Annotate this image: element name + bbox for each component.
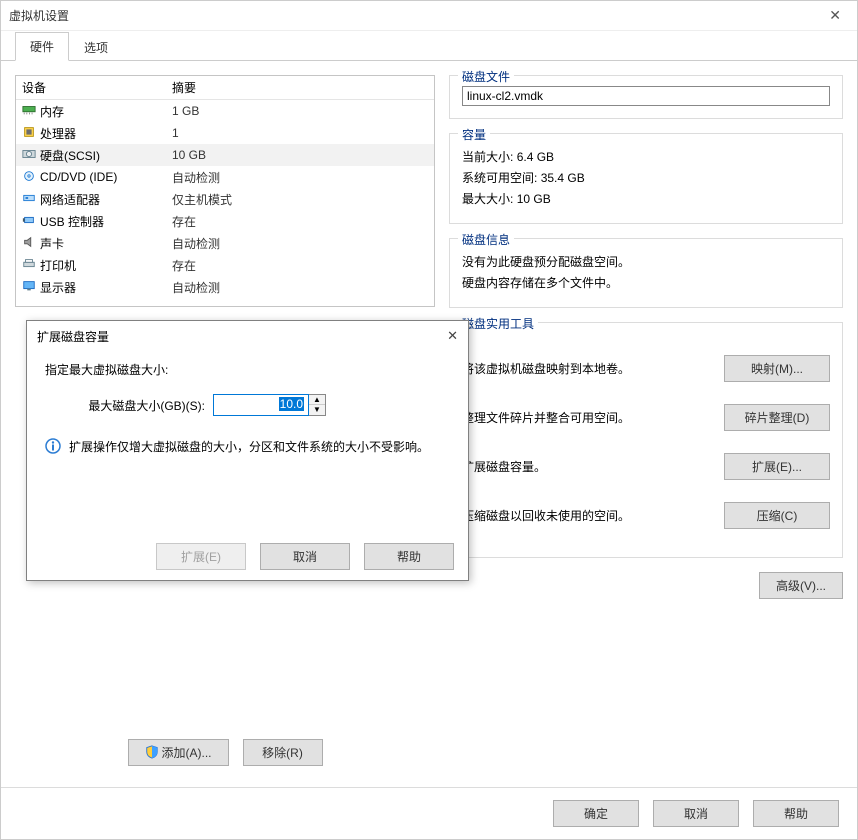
titlebar: 虚拟机设置 ✕: [1, 1, 857, 31]
net-icon: [22, 192, 36, 207]
cap-current: 当前大小: 6.4 GB: [462, 148, 830, 165]
disk-file-group: 磁盘文件: [449, 75, 843, 119]
cancel-button[interactable]: 取消: [653, 800, 739, 827]
util-map-text: 将该虚拟机磁盘映射到本地卷。: [462, 360, 714, 377]
device-name: 内存: [40, 103, 64, 120]
disk-file-title: 磁盘文件: [458, 68, 514, 85]
device-summary: 存在: [166, 213, 434, 230]
spin-down-icon[interactable]: ▼: [309, 405, 325, 415]
device-list[interactable]: 设备 摘要 内存 1 GB 处理器 1 硬盘(SCSI) 10 GB CD/DVD (IDE…: [15, 75, 435, 307]
compact-button[interactable]: 压缩(C): [724, 502, 830, 529]
disk-size-spinner[interactable]: 10.0 ▲▼: [213, 394, 326, 416]
dialog-button-bar: 确定 取消 帮助: [1, 787, 857, 839]
info-icon: [45, 438, 61, 454]
util-expand-text: 扩展磁盘容量。: [462, 458, 714, 475]
snd-icon: [22, 236, 36, 251]
device-summary: 自动检测: [166, 235, 434, 252]
remove-device-button[interactable]: 移除(R): [243, 739, 323, 766]
col-device: 设备: [16, 79, 166, 96]
device-row-cd[interactable]: CD/DVD (IDE) 自动检测: [16, 166, 434, 188]
advanced-button[interactable]: 高级(V)...: [759, 572, 843, 599]
modal-close-icon[interactable]: ✕: [447, 328, 458, 344]
expand-disk-dialog: 扩展磁盘容量 ✕ 指定最大虚拟磁盘大小: 最大磁盘大小(GB)(S): 10.0…: [26, 320, 469, 581]
modal-note: 扩展操作仅增大虚拟磁盘的大小，分区和文件系统的大小不受影响。: [69, 438, 429, 456]
usb-icon: [22, 214, 36, 229]
prt-icon: [22, 258, 36, 273]
diskinfo-line2: 硬盘内容存储在多个文件中。: [462, 274, 830, 291]
diskinfo-line1: 没有为此硬盘预分配磁盘空间。: [462, 253, 830, 270]
device-summary: 1 GB: [166, 104, 434, 118]
add-label: 添加(A)...: [162, 746, 212, 760]
vm-settings-window: 虚拟机设置 ✕ 硬件 选项 设备 摘要 内存 1 GB 处理器 1 硬盘(SCSI) 10…: [0, 0, 858, 840]
tab-bar: 硬件 选项: [1, 31, 857, 61]
device-list-header: 设备 摘要: [16, 76, 434, 100]
device-summary: 10 GB: [166, 148, 434, 162]
capacity-group: 容量 当前大小: 6.4 GB 系统可用空间: 35.4 GB 最大大小: 10…: [449, 133, 843, 224]
shield-icon: [145, 745, 159, 759]
device-name: 网络适配器: [40, 191, 100, 208]
device-summary: 存在: [166, 257, 434, 274]
device-name: CD/DVD (IDE): [40, 170, 117, 184]
disk-util-group: 磁盘实用工具 将该虚拟机磁盘映射到本地卷。 映射(M)... 整理文件碎片并整合…: [449, 322, 843, 558]
diskinfo-title: 磁盘信息: [458, 231, 514, 248]
modal-spec-label: 指定最大虚拟磁盘大小:: [45, 361, 458, 378]
device-row-usb[interactable]: USB 控制器 存在: [16, 210, 434, 232]
device-name: 打印机: [40, 257, 76, 274]
device-summary: 仅主机模式: [166, 191, 434, 208]
spinner-buttons[interactable]: ▲▼: [309, 394, 326, 416]
modal-title: 扩展磁盘容量: [37, 328, 109, 345]
help-button[interactable]: 帮助: [753, 800, 839, 827]
device-name: 显示器: [40, 279, 76, 296]
modal-help-button[interactable]: 帮助: [364, 543, 454, 570]
device-summary: 自动检测: [166, 279, 434, 296]
device-row-cpu[interactable]: 处理器 1: [16, 122, 434, 144]
add-device-button[interactable]: 添加(A)...: [128, 739, 229, 766]
device-name: 硬盘(SCSI): [40, 147, 100, 164]
tab-options[interactable]: 选项: [69, 33, 123, 61]
spin-up-icon[interactable]: ▲: [309, 395, 325, 405]
mem-icon: [22, 104, 36, 119]
close-icon[interactable]: ✕: [821, 3, 849, 28]
device-row-prt[interactable]: 打印机 存在: [16, 254, 434, 276]
device-name: USB 控制器: [40, 213, 104, 230]
device-row-hdd[interactable]: 硬盘(SCSI) 10 GB: [16, 144, 434, 166]
disp-icon: [22, 280, 36, 295]
device-row-net[interactable]: 网络适配器 仅主机模式: [16, 188, 434, 210]
expand-button[interactable]: 扩展(E)...: [724, 453, 830, 480]
device-name: 处理器: [40, 125, 76, 142]
map-button[interactable]: 映射(M)...: [724, 355, 830, 382]
disk-util-title: 磁盘实用工具: [458, 315, 538, 332]
defrag-button[interactable]: 碎片整理(D): [724, 404, 830, 431]
ok-button[interactable]: 确定: [553, 800, 639, 827]
diskinfo-group: 磁盘信息 没有为此硬盘预分配磁盘空间。 硬盘内容存储在多个文件中。: [449, 238, 843, 308]
modal-cancel-button[interactable]: 取消: [260, 543, 350, 570]
cap-max: 最大大小: 10 GB: [462, 190, 830, 207]
disk-file-input[interactable]: [462, 86, 830, 106]
col-summary: 摘要: [166, 79, 434, 96]
cap-free: 系统可用空间: 35.4 GB: [462, 169, 830, 186]
device-summary: 自动检测: [166, 169, 434, 186]
util-defrag-text: 整理文件碎片并整合可用空间。: [462, 409, 714, 426]
capacity-title: 容量: [458, 126, 490, 143]
device-row-mem[interactable]: 内存 1 GB: [16, 100, 434, 122]
cd-icon: [22, 170, 36, 185]
disk-size-input[interactable]: 10.0: [213, 394, 309, 416]
cpu-icon: [22, 126, 36, 141]
hdd-icon: [22, 148, 36, 163]
device-name: 声卡: [40, 235, 64, 252]
window-title: 虚拟机设置: [9, 7, 69, 24]
tab-hardware[interactable]: 硬件: [15, 32, 69, 61]
device-row-disp[interactable]: 显示器 自动检测: [16, 276, 434, 298]
modal-size-label: 最大磁盘大小(GB)(S):: [45, 397, 205, 414]
modal-expand-button[interactable]: 扩展(E): [156, 543, 246, 570]
util-compact-text: 压缩磁盘以回收未使用的空间。: [462, 507, 714, 524]
device-row-snd[interactable]: 声卡 自动检测: [16, 232, 434, 254]
device-summary: 1: [166, 126, 434, 140]
